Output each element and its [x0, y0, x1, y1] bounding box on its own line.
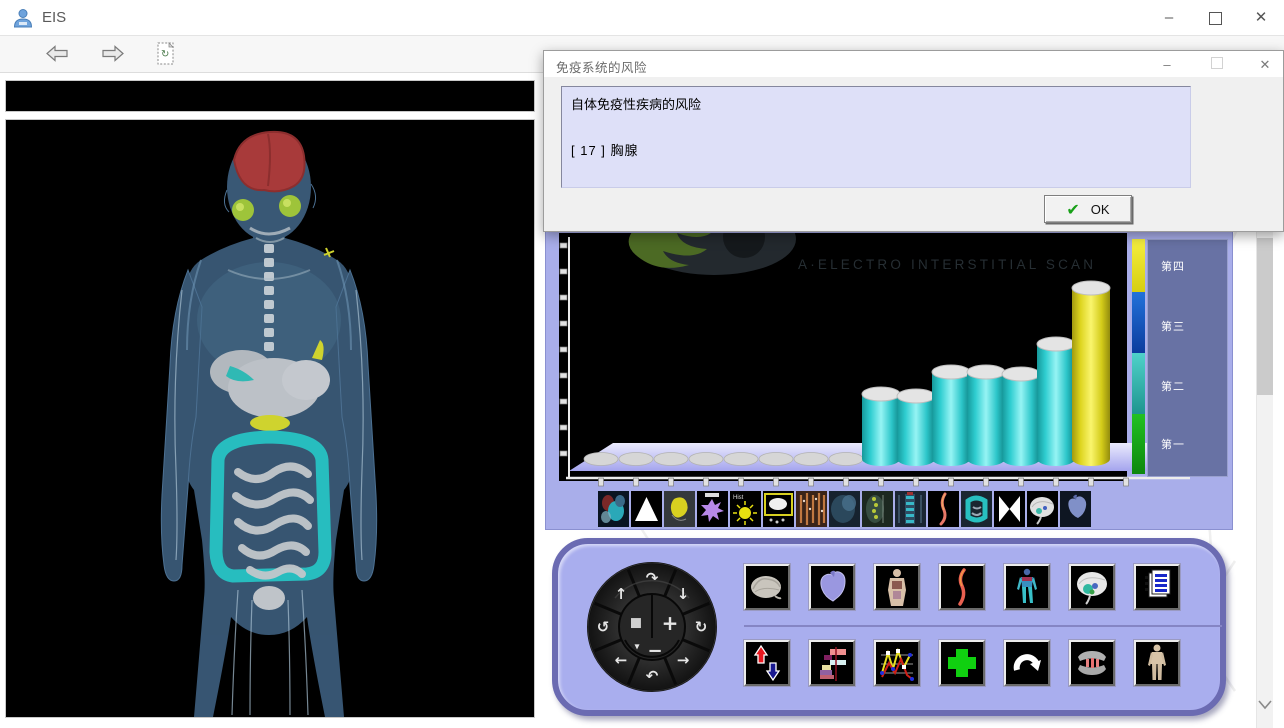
dpad-down-button[interactable]: ↓: [677, 585, 690, 603]
dialog-close-button[interactable]: ✕: [1250, 55, 1280, 75]
thumb-heart-small-blue[interactable]: [1060, 491, 1091, 527]
thumb-muscle-fibers[interactable]: [796, 491, 827, 527]
full-body-button[interactable]: [1004, 564, 1050, 610]
heart-button[interactable]: [809, 564, 855, 610]
risk-item-text: [ 17 ] 胸腺: [571, 140, 1181, 159]
human-body-model: [6, 120, 534, 717]
bar-graph-button[interactable]: [809, 640, 855, 686]
body-model-button[interactable]: [1134, 640, 1180, 686]
viewport-header-bar: [5, 80, 535, 112]
maximize-icon: [1209, 12, 1222, 25]
checkmark-icon: ✔: [1066, 200, 1079, 219]
torso-anatomy-button[interactable]: [874, 564, 920, 610]
thumb-spinal-curve-red[interactable]: [928, 491, 959, 527]
dialog-maximize-button[interactable]: [1202, 55, 1232, 75]
window-close-button[interactable]: ✕: [1238, 0, 1284, 35]
thumb-organs-teal[interactable]: [598, 491, 629, 527]
back-arrow-icon[interactable]: [46, 45, 68, 67]
thumb-triangle-white[interactable]: [631, 491, 662, 527]
dpad-right-button[interactable]: →: [677, 651, 690, 669]
report-button[interactable]: [1134, 564, 1180, 610]
brain-button[interactable]: [744, 564, 790, 610]
dialog-title-bar: 免疫系统的风险 – ✕: [544, 51, 1283, 77]
title-bar: EIS – ✕: [0, 0, 1284, 36]
window-minimize-button[interactable]: –: [1146, 0, 1192, 35]
app-person-icon: [12, 7, 34, 34]
undo-arrow-button[interactable]: [1004, 640, 1050, 686]
chart-legend-panel: 第四 第三 第二 第一: [1147, 239, 1228, 477]
svg-text:A·ELECTRO INTERSTITIAL SCAN: A·ELECTRO INTERSTITIAL SCAN: [798, 257, 1096, 272]
teeth-button[interactable]: [1069, 640, 1115, 686]
rotation-dpad: ↷ ↑ ↓ ↺ ↻ ← → ↶ ■ + ▾ −: [585, 560, 719, 694]
dpad-rotate-bottom-button[interactable]: ↶: [646, 667, 659, 685]
legend-label-1: 第一: [1161, 436, 1185, 452]
thumb-sun-hist[interactable]: Hist: [730, 491, 761, 527]
dialog-title: 免疫系统的风险: [556, 57, 647, 76]
panel-divider: [744, 625, 1222, 627]
svg-text:↻: ↻: [161, 49, 169, 60]
svg-text:Hist: Hist: [733, 495, 744, 501]
thumb-spine-lymph[interactable]: [862, 491, 893, 527]
risk-arrows-button[interactable]: [744, 640, 790, 686]
dpad-zoom-out-button[interactable]: −: [647, 641, 662, 662]
immune-risk-dialog: 免疫系统的风险 – ✕ 自体免疫性疾病的风险 [ 17 ] 胸腺 ✔ OK: [543, 50, 1284, 232]
thumb-spine-cyan[interactable]: [895, 491, 926, 527]
dpad-hand-right-button[interactable]: ↻: [695, 618, 708, 636]
risk-message-box: 自体免疫性疾病的风险 [ 17 ] 胸腺: [561, 86, 1191, 188]
dpad-left-button[interactable]: ←: [615, 651, 628, 669]
dialog-maximize-icon: [1211, 57, 1223, 69]
spine-button[interactable]: [939, 564, 985, 610]
dpad-hand-left-button[interactable]: ↺: [597, 618, 610, 636]
line-graph-button[interactable]: [874, 640, 920, 686]
dpad-stop-button[interactable]: ■: [630, 616, 642, 631]
window-title: EIS: [42, 9, 66, 26]
thumb-starburst-purple[interactable]: [697, 491, 728, 527]
forward-arrow-icon[interactable]: [102, 45, 124, 67]
thumb-hourglass-white[interactable]: [994, 491, 1025, 527]
brain-section-button[interactable]: [1069, 564, 1115, 610]
refresh-report-icon[interactable]: ↻: [157, 42, 177, 72]
health-cross-button[interactable]: [939, 640, 985, 686]
thumb-thyroid-yellow[interactable]: [664, 491, 695, 527]
legend-label-4: 第四: [1161, 258, 1185, 274]
thumb-brain-white[interactable]: [1027, 491, 1058, 527]
scrollbar-thumb[interactable]: [1257, 238, 1273, 395]
eis-app-window: { "window": { "title": "EIS", "minimize_…: [0, 0, 1284, 728]
risk-header-text: 自体免疫性疾病的风险: [571, 94, 1181, 113]
body-3d-viewport[interactable]: [5, 119, 535, 718]
risk-chart-panel: A·ELECTRO INTERSTITIAL SCAN 第四 第三 第二 第一 …: [545, 230, 1233, 530]
thumb-organ-blue-blur[interactable]: [829, 491, 860, 527]
thumb-ellipse-outline[interactable]: [763, 491, 794, 527]
dialog-minimize-button[interactable]: –: [1152, 55, 1182, 75]
legend-label-3: 第三: [1161, 318, 1185, 334]
dpad-zoom-in-button[interactable]: +: [662, 611, 679, 635]
control-panel: ↷ ↑ ↓ ↺ ↻ ← → ↶ ■ + ▾ −: [552, 538, 1226, 716]
dpad-up-button[interactable]: ↑: [615, 585, 628, 603]
thumb-colon-cyan[interactable]: [961, 491, 992, 527]
dpad-tri-button[interactable]: ▾: [634, 642, 639, 653]
ok-button-label: OK: [1091, 202, 1110, 217]
dpad-rotate-top-button[interactable]: ↷: [646, 569, 659, 587]
ok-button[interactable]: ✔ OK: [1044, 195, 1132, 223]
legend-label-2: 第二: [1161, 378, 1185, 394]
window-maximize-button[interactable]: [1192, 0, 1238, 35]
scroll-down-chevron-icon[interactable]: [1258, 700, 1272, 710]
